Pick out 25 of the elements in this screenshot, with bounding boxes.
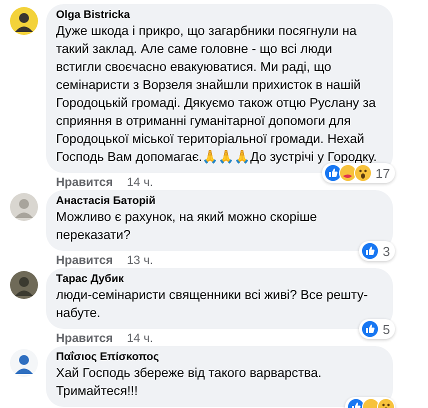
- comment-text: люди-семінаристи священники всі живі? Все решту-набуте.: [56, 286, 369, 322]
- like-link[interactable]: Нравится: [56, 253, 113, 267]
- author-name[interactable]: Анастасія Баторій: [56, 195, 156, 208]
- reaction-count: 17: [376, 166, 390, 180]
- author-name[interactable]: Тарас Дубик: [56, 273, 124, 286]
- like-link[interactable]: Нравится: [56, 331, 113, 345]
- reaction-summary[interactable]: 17: [322, 163, 395, 183]
- wow-face-icon: [354, 164, 372, 182]
- thumbs-up-icon: [360, 320, 379, 338]
- comment-text: Хай Господь збереже від такого варварства. Тримайтеся!!!: [56, 364, 322, 400]
- reaction-summary[interactable]: 3: [358, 241, 395, 261]
- reaction-count: 5: [382, 322, 390, 336]
- author-name[interactable]: Παΐσιος Επίσκοπος: [56, 351, 159, 364]
- author-name[interactable]: Olga Bistricka: [56, 9, 130, 22]
- timestamp[interactable]: 14 ч.: [126, 175, 154, 189]
- like-link[interactable]: Нравится: [56, 175, 113, 189]
- reaction-count: 3: [382, 244, 390, 258]
- timestamp[interactable]: 14 ч.: [126, 331, 154, 345]
- comment-text: Можливо є рахунок, на який можно скоріше переказати?: [56, 208, 318, 244]
- comment-text: Дуже шкода і прикро, що загарбники посягнули на такий заклад. Але саме головне - що всі люди встигли своєчасно евакуюватися. Ми раді, що семінаристи з Ворзеля знайшли прихисток в нашій Городоцькій громаді. Дякуємо також отцю Руслану за сприяння в отриманні гуманітарної допомоги для Городоцької міської територіальної громади. Нехай Господь Вам допомагає.🙏🙏🙏До зустрічі у Городку.: [56, 22, 378, 166]
- timestamp[interactable]: 13 ч.: [126, 253, 154, 267]
- avatar[interactable]: [10, 271, 38, 299]
- reaction-summary[interactable]: 5: [358, 319, 395, 339]
- avatar[interactable]: [10, 7, 38, 35]
- thumbs-up-icon: [360, 242, 379, 260]
